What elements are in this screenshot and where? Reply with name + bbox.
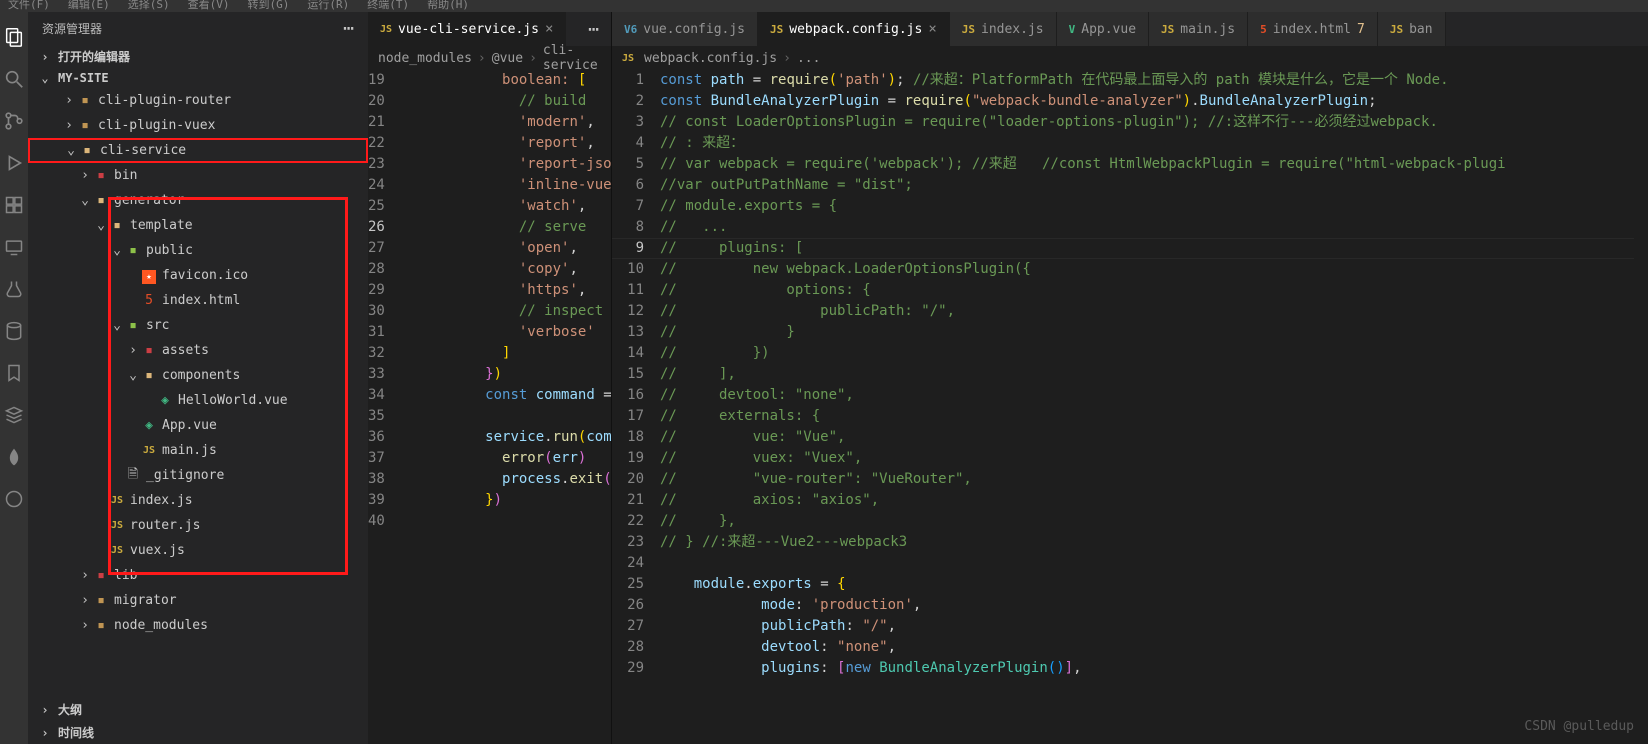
minimap[interactable]: [1634, 128, 1648, 744]
line-highlight: [612, 238, 1648, 259]
file-icon: 5: [1260, 23, 1267, 36]
tab-index-html[interactable]: 5index.html 7: [1248, 12, 1378, 46]
tree-item-src[interactable]: ⌄▪src: [28, 313, 368, 338]
js-icon: JS: [622, 53, 634, 64]
tree-item-cli-plugin-vuex[interactable]: ›▪cli-plugin-vuex: [28, 113, 368, 138]
section-outline[interactable]: ›大纲: [28, 698, 368, 721]
tree-item-migrator[interactable]: ›▪migrator: [28, 588, 368, 613]
tree-item-components[interactable]: ⌄▪components: [28, 363, 368, 388]
tree-item-bin[interactable]: ›▪bin: [28, 163, 368, 188]
tab-ban[interactable]: JSban: [1378, 12, 1446, 46]
close-icon[interactable]: ×: [545, 21, 553, 37]
menu-item[interactable]: 选择(S): [128, 0, 170, 12]
tree-item-cli-plugin-router[interactable]: ›▪cli-plugin-router: [28, 88, 368, 113]
menu-item[interactable]: 终端(T): [367, 0, 409, 12]
editor-body-left[interactable]: 1920212223242526272829303132333435363738…: [368, 70, 611, 744]
editor-group-left: JS vue-cli-service.js × ⋯ node_modules›@…: [368, 12, 612, 744]
breadcrumb-left[interactable]: node_modules›@vue›cli-service: [368, 46, 611, 70]
run-debug-icon[interactable]: [3, 152, 25, 174]
menu-item[interactable]: 转到(G): [248, 0, 290, 12]
file-icon: V6: [624, 23, 637, 36]
tree-item-app-vue[interactable]: ◈App.vue: [28, 413, 368, 438]
code-right[interactable]: const path = require('path'); //来超：Platf…: [660, 70, 1648, 744]
tree-item-router-js[interactable]: JSrouter.js: [28, 513, 368, 538]
tabs-left: JS vue-cli-service.js × ⋯: [368, 12, 611, 46]
remote-icon[interactable]: [3, 236, 25, 258]
tree-item-template[interactable]: ⌄▪template: [28, 213, 368, 238]
file-tree: ›▪cli-plugin-router›▪cli-plugin-vuex⌄▪cl…: [28, 88, 368, 638]
tab-vue-config-js[interactable]: V6vue.config.js: [612, 12, 758, 46]
menu-item[interactable]: 文件(F): [8, 0, 50, 12]
file-icon: JS: [962, 23, 975, 36]
sidebar: 资源管理器 ⋯ ›打开的编辑器 ⌄MY-SITE ›▪cli-plugin-ro…: [28, 12, 368, 744]
tree-item-_gitignore[interactable]: 🗎_gitignore: [28, 463, 368, 488]
tab-vue-cli-service[interactable]: JS vue-cli-service.js ×: [368, 12, 566, 46]
mongo-icon[interactable]: [3, 446, 25, 468]
source-control-icon[interactable]: [3, 110, 25, 132]
testing-icon[interactable]: [3, 278, 25, 300]
menu-item[interactable]: 查看(V): [188, 0, 230, 12]
tree-item-index-html[interactable]: 5index.html: [28, 288, 368, 313]
tree-item-public[interactable]: ⌄▪public: [28, 238, 368, 263]
close-icon[interactable]: ×: [928, 21, 936, 37]
tab-main-js[interactable]: JSmain.js: [1149, 12, 1248, 46]
editor-area: JS vue-cli-service.js × ⋯ node_modules›@…: [368, 12, 1648, 744]
tab-index-js[interactable]: JSindex.js: [950, 12, 1057, 46]
file-icon: JS: [770, 23, 783, 36]
code-left[interactable]: boolean: [ // build 'modern', 'report', …: [401, 70, 611, 744]
menu-item[interactable]: 编辑(E): [68, 0, 110, 12]
gutter-left: 1920212223242526272829303132333435363738…: [368, 70, 401, 744]
watermark: CSDN @pulledup: [1524, 719, 1634, 734]
js-icon: JS: [380, 24, 392, 35]
section-project[interactable]: ⌄MY-SITE: [28, 68, 368, 88]
sidebar-title: 资源管理器: [42, 20, 102, 37]
tree-item-cli-service[interactable]: ⌄▪cli-service: [28, 138, 368, 163]
menubar: 文件(F) 编辑(E) 选择(S) 查看(V) 转到(G) 运行(R) 终端(T) 帮助(H): [0, 0, 1648, 12]
tree-item-lib[interactable]: ›▪lib: [28, 563, 368, 588]
database-icon[interactable]: [3, 320, 25, 342]
tree-item-node_modules[interactable]: ›▪node_modules: [28, 613, 368, 638]
tree-item-main-js[interactable]: JSmain.js: [28, 438, 368, 463]
extensions-icon[interactable]: [3, 194, 25, 216]
tree-item-helloworld-vue[interactable]: ◈HelloWorld.vue: [28, 388, 368, 413]
section-opened-editors[interactable]: ›打开的编辑器: [28, 45, 368, 68]
menu-item[interactable]: 运行(R): [307, 0, 349, 12]
tab-overflow[interactable]: ⋯: [576, 12, 611, 46]
project-icon[interactable]: [3, 404, 25, 426]
section-timeline[interactable]: ›时间线: [28, 721, 368, 744]
tree-item-index-js[interactable]: JSindex.js: [28, 488, 368, 513]
explorer-icon[interactable]: [3, 26, 25, 48]
editor-body-right[interactable]: 1234567891011121314151617181920212223242…: [612, 70, 1648, 744]
misc-icon[interactable]: [3, 488, 25, 510]
editor-group-right: V6vue.config.jsJSwebpack.config.js ×JSin…: [612, 12, 1648, 744]
breadcrumb-right[interactable]: JS webpack.config.js›...: [612, 46, 1648, 70]
tree-item-generator[interactable]: ⌄▪generator: [28, 188, 368, 213]
file-icon: JS: [1161, 23, 1174, 36]
menu-item[interactable]: 帮助(H): [427, 0, 469, 12]
tree-item-vuex-js[interactable]: JSvuex.js: [28, 538, 368, 563]
file-icon: JS: [1390, 23, 1403, 36]
gutter-right: 1234567891011121314151617181920212223242…: [612, 70, 660, 744]
file-icon: V: [1069, 23, 1076, 36]
sidebar-more-icon[interactable]: ⋯: [343, 18, 354, 39]
bookmark-icon[interactable]: [3, 362, 25, 384]
tab-webpack-config-js[interactable]: JSwebpack.config.js ×: [758, 12, 950, 46]
search-icon[interactable]: [3, 68, 25, 90]
tree-item-favicon-ico[interactable]: ★favicon.ico: [28, 263, 368, 288]
activity-bar: [0, 12, 28, 744]
tab-app-vue[interactable]: VApp.vue: [1057, 12, 1149, 46]
tree-item-assets[interactable]: ›▪assets: [28, 338, 368, 363]
tabs-right: V6vue.config.jsJSwebpack.config.js ×JSin…: [612, 12, 1648, 46]
